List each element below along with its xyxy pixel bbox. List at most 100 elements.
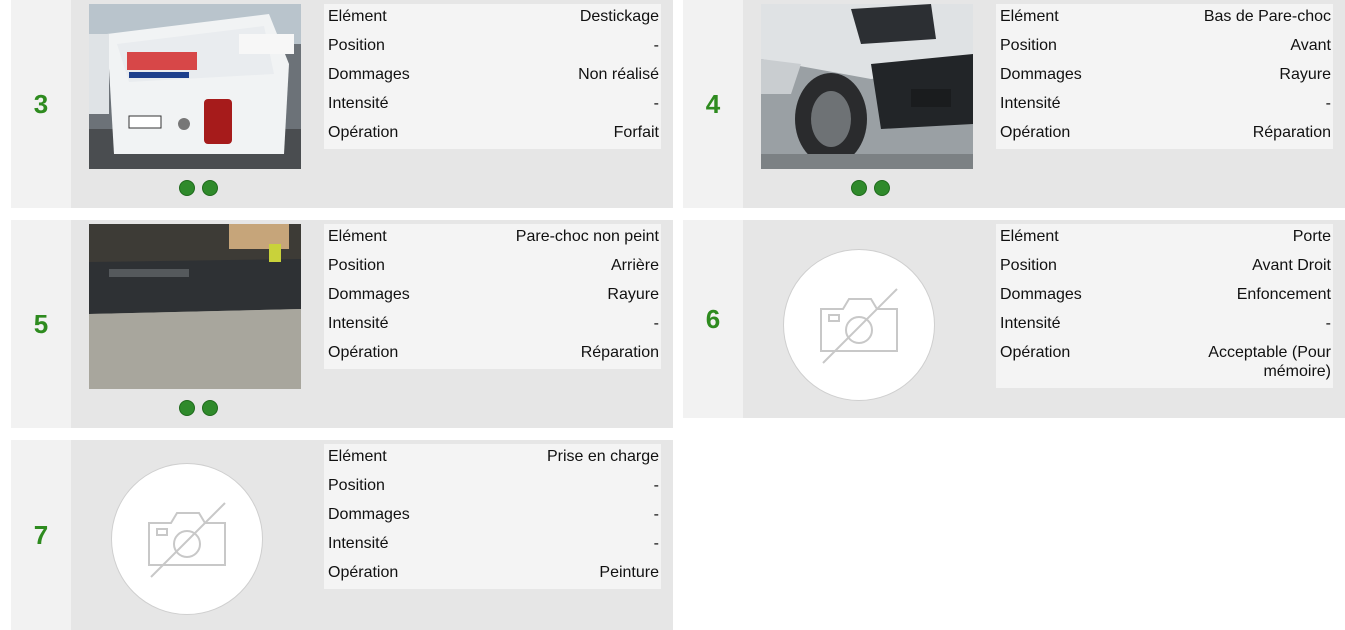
row-operation: Opération Réparation	[996, 120, 1333, 149]
row-value: -	[653, 477, 659, 494]
photo-pager	[835, 180, 905, 200]
damage-photo[interactable]	[89, 224, 301, 389]
row-label: Opération	[328, 344, 399, 361]
row-dommages: Dommages Non réalisé	[324, 62, 661, 91]
row-value: Peinture	[599, 564, 659, 581]
damage-card-5: 5 Elément Pare-choc non peint Position Arr…	[11, 220, 673, 428]
row-value: Pare-choc non peint	[515, 228, 659, 245]
rear-bumper-photo-image	[89, 224, 301, 389]
row-intensite: Intensité -	[324, 311, 661, 340]
damage-card-4: 4 Elément Bas de Pare-choc Position Avant …	[683, 0, 1345, 208]
row-dommages: Dommages Rayure	[324, 282, 661, 311]
row-dommages: Dommages Rayure	[996, 62, 1333, 91]
row-label: Elément	[1000, 8, 1059, 25]
pager-dot[interactable]	[201, 180, 218, 196]
pager-dot[interactable]	[873, 180, 890, 196]
row-element: Elément Porte	[996, 224, 1333, 253]
row-label: Position	[328, 37, 385, 54]
card-number-column: 3	[11, 0, 71, 208]
row-operation: Opération Réparation	[324, 340, 661, 369]
damage-photo[interactable]	[761, 4, 973, 169]
row-intensite: Intensité -	[996, 91, 1333, 120]
row-operation: Opération Forfait	[324, 120, 661, 149]
photo-pager	[163, 400, 233, 420]
row-value: -	[653, 535, 659, 552]
row-label: Opération	[328, 124, 399, 141]
damage-card-3: 3 Elément Destickage Position - Dommages No…	[11, 0, 673, 208]
row-intensite: Intensité -	[996, 311, 1333, 340]
row-value: Réparation	[580, 344, 659, 361]
row-label: Intensité	[328, 315, 389, 332]
row-label: Position	[1000, 257, 1057, 274]
row-value: -	[653, 506, 659, 523]
row-label: Dommages	[1000, 66, 1082, 83]
damage-details-table: Elément Prise en charge Position - Dommage…	[324, 444, 661, 589]
row-value: -	[653, 95, 659, 112]
row-label: Intensité	[1000, 315, 1061, 332]
card-number-column: 5	[11, 220, 71, 428]
damage-details-table: Elément Destickage Position - Dommages Non …	[324, 4, 661, 149]
row-value: Arrière	[610, 257, 659, 274]
row-operation: Opération Acceptable (Pour mémoire)	[996, 340, 1333, 388]
row-operation: Opération Peinture	[324, 560, 661, 589]
row-position: Position -	[324, 33, 661, 62]
damage-number: 6	[705, 303, 721, 334]
row-label: Opération	[1000, 344, 1071, 361]
damage-card-7: 7 Elément Prise en charge Position - Domma…	[11, 440, 673, 630]
row-value: Destickage	[579, 8, 659, 25]
row-label: Intensité	[328, 95, 389, 112]
row-label: Position	[1000, 37, 1057, 54]
damage-number: 4	[705, 88, 721, 119]
damage-number: 3	[33, 88, 49, 119]
row-value: Avant	[1290, 37, 1331, 54]
row-label: Opération	[1000, 124, 1071, 141]
row-intensite: Intensité -	[324, 91, 661, 120]
damage-details-table: Elément Porte Position Avant Droit Dommage…	[996, 224, 1333, 388]
row-position: Position Avant Droit	[996, 253, 1333, 282]
row-value: Rayure	[607, 286, 659, 303]
van-rear-photo-image	[89, 4, 301, 169]
card-number-column: 6	[683, 220, 743, 418]
row-label: Intensité	[328, 535, 389, 552]
photo-pager	[163, 180, 233, 200]
row-dommages: Dommages Enfoncement	[996, 282, 1333, 311]
row-label: Dommages	[328, 66, 410, 83]
row-element: Elément Destickage	[324, 4, 661, 33]
row-label: Opération	[328, 564, 399, 581]
row-label: Dommages	[328, 506, 410, 523]
row-label: Elément	[328, 448, 387, 465]
row-value: Non réalisé	[578, 66, 659, 83]
row-label: Intensité	[1000, 95, 1061, 112]
row-position: Position -	[324, 473, 661, 502]
pager-dot[interactable]	[850, 180, 867, 196]
damage-photo[interactable]	[89, 4, 301, 169]
card-number-column: 4	[683, 0, 743, 208]
no-photo-placeholder	[783, 249, 935, 401]
pager-dot[interactable]	[178, 180, 195, 196]
row-position: Position Avant	[996, 33, 1333, 62]
no-camera-icon	[148, 502, 226, 578]
damage-card-6: 6 Elément Porte Position Avant Droit Domma…	[683, 220, 1345, 418]
row-value: -	[1325, 95, 1331, 112]
row-intensite: Intensité -	[324, 531, 661, 560]
row-label: Position	[328, 477, 385, 494]
row-value: Prise en charge	[546, 448, 659, 465]
pager-dot[interactable]	[201, 400, 218, 416]
row-label: Dommages	[1000, 286, 1082, 303]
row-value: -	[653, 315, 659, 332]
pager-dot[interactable]	[178, 400, 195, 416]
damage-details-table: Elément Bas de Pare-choc Position Avant Do…	[996, 4, 1333, 149]
row-position: Position Arrière	[324, 253, 661, 282]
row-value: Porte	[1292, 228, 1331, 245]
row-dommages: Dommages -	[324, 502, 661, 531]
row-label: Elément	[328, 8, 387, 25]
damage-number: 5	[33, 308, 49, 339]
row-element: Elément Pare-choc non peint	[324, 224, 661, 253]
row-value: Avant Droit	[1252, 257, 1331, 274]
row-label: Dommages	[328, 286, 410, 303]
row-label: Elément	[328, 228, 387, 245]
row-value: Forfait	[613, 124, 659, 141]
damage-details-table: Elément Pare-choc non peint Position Arriè…	[324, 224, 661, 369]
row-value: -	[653, 37, 659, 54]
row-element: Elément Prise en charge	[324, 444, 661, 473]
